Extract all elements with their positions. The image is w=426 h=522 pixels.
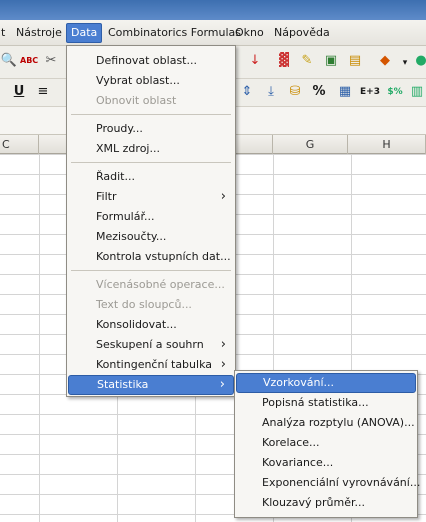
menu-item-define-range[interactable]: Definovat oblast... <box>68 51 234 71</box>
scientific-format-icon[interactable]: E+3 <box>358 83 382 101</box>
column-header-c[interactable]: C <box>0 135 39 154</box>
sort-ascending-icon[interactable]: ↓ <box>246 52 264 70</box>
data-menu: Definovat oblast... Vybrat oblast... Obn… <box>66 45 236 397</box>
menu-napoveda[interactable]: Nápověda <box>270 23 334 43</box>
spellcheck-icon[interactable]: ABC <box>20 52 38 70</box>
find-icon[interactable]: 🔍 <box>0 52 18 70</box>
statistics-submenu: Vzorkování... Popisná statistika... Anal… <box>234 370 420 518</box>
menu-item-select-range[interactable]: Vybrat oblast... <box>68 71 234 91</box>
add-decimal-icon[interactable]: ▥ <box>408 83 426 101</box>
align-bottom-icon[interactable]: ⤓ <box>262 83 280 101</box>
menu-item-statistics-label: Statistika <box>97 378 149 391</box>
submenu-item-covariance[interactable]: Kovariance... <box>236 453 416 473</box>
menu-item-sort[interactable]: Řadit... <box>68 167 234 187</box>
submenu-item-anova[interactable]: Analýza rozptylu (ANOVA)... <box>236 413 416 433</box>
toolbar-more-icon[interactable]: ● <box>412 52 426 70</box>
percent-icon[interactable]: % <box>310 83 328 101</box>
menu-okno[interactable]: Okno <box>231 23 268 43</box>
menu-combinatorics-formulas[interactable]: Combinatorics Formulas <box>104 23 245 43</box>
column-header-g[interactable]: G <box>273 135 348 154</box>
date-format-icon[interactable]: ▦ <box>336 83 354 101</box>
menu-item-group-outline-label: Seskupení a souhrn <box>96 338 204 351</box>
submenu-item-moving-average[interactable]: Klouzavý průměr... <box>236 493 416 513</box>
chevron-right-icon: › <box>219 377 225 392</box>
submenu-item-sampling[interactable]: Vzorkování... <box>236 373 416 393</box>
currency-icon[interactable]: ⛁ <box>286 83 304 101</box>
chart-icon[interactable]: ▓ <box>275 52 293 70</box>
menu-item-pivot-table-label: Kontingenční tabulka <box>96 358 212 371</box>
image-icon[interactable]: ▣ <box>322 52 340 70</box>
window-title-bar <box>0 0 426 20</box>
menu-data[interactable]: Data <box>66 23 103 43</box>
menu-item-pivot-table[interactable]: Kontingenční tabulka › <box>68 355 234 375</box>
menu-item-form[interactable]: Formulář... <box>68 207 234 227</box>
menu-nastroje[interactable]: Nástroje <box>12 23 66 43</box>
menu-item-streams[interactable]: Proudy... <box>68 119 234 139</box>
column-header-h[interactable]: H <box>348 135 426 154</box>
chevron-right-icon: › <box>220 189 226 204</box>
submenu-item-correlation[interactable]: Korelace... <box>236 433 416 453</box>
chevron-right-icon: › <box>220 337 226 352</box>
align-left-icon[interactable]: ≡ <box>34 83 52 101</box>
menu-item-validity[interactable]: Kontrola vstupních dat... <box>68 247 234 267</box>
toolbar-icon[interactable]: ✂ <box>42 52 60 70</box>
menu-tools-partial[interactable]: t <box>0 23 9 43</box>
menu-bar: t Nástroje Data Combinatorics Formulas O… <box>0 20 426 46</box>
menu-item-filter-label: Filtr <box>96 190 117 203</box>
shapes-icon[interactable]: ◆ <box>376 52 394 70</box>
draw-icon[interactable]: ✎ <box>298 52 316 70</box>
align-middle-icon[interactable]: ⇕ <box>238 83 256 101</box>
menu-separator <box>71 162 231 163</box>
menu-item-text-to-columns: Text do sloupců... <box>96 298 192 311</box>
gallery-icon[interactable]: ▤ <box>346 52 364 70</box>
menu-item-xml-source[interactable]: XML zdroj... <box>68 139 234 159</box>
menu-separator <box>71 270 231 271</box>
underline-icon[interactable]: U <box>10 83 28 101</box>
chevron-right-icon: › <box>220 357 226 372</box>
menu-item-multiple-operations: Vícenásobné operace... <box>96 278 225 291</box>
menu-item-statistics[interactable]: Statistika › <box>68 375 234 395</box>
menu-item-filter[interactable]: Filtr › <box>68 187 234 207</box>
submenu-item-exponential-smoothing[interactable]: Exponenciální vyrovnávání... <box>236 473 420 493</box>
submenu-item-descriptive-statistics[interactable]: Popisná statistika... <box>236 393 416 413</box>
menu-separator <box>71 114 231 115</box>
menu-item-refresh-range: Obnovit oblast <box>96 94 177 107</box>
number-format-icon[interactable]: $% <box>386 83 404 101</box>
menu-item-consolidate[interactable]: Konsolidovat... <box>68 315 234 335</box>
menu-item-group-outline[interactable]: Seskupení a souhrn › <box>68 335 234 355</box>
menu-item-subtotals[interactable]: Mezisoučty... <box>68 227 234 247</box>
